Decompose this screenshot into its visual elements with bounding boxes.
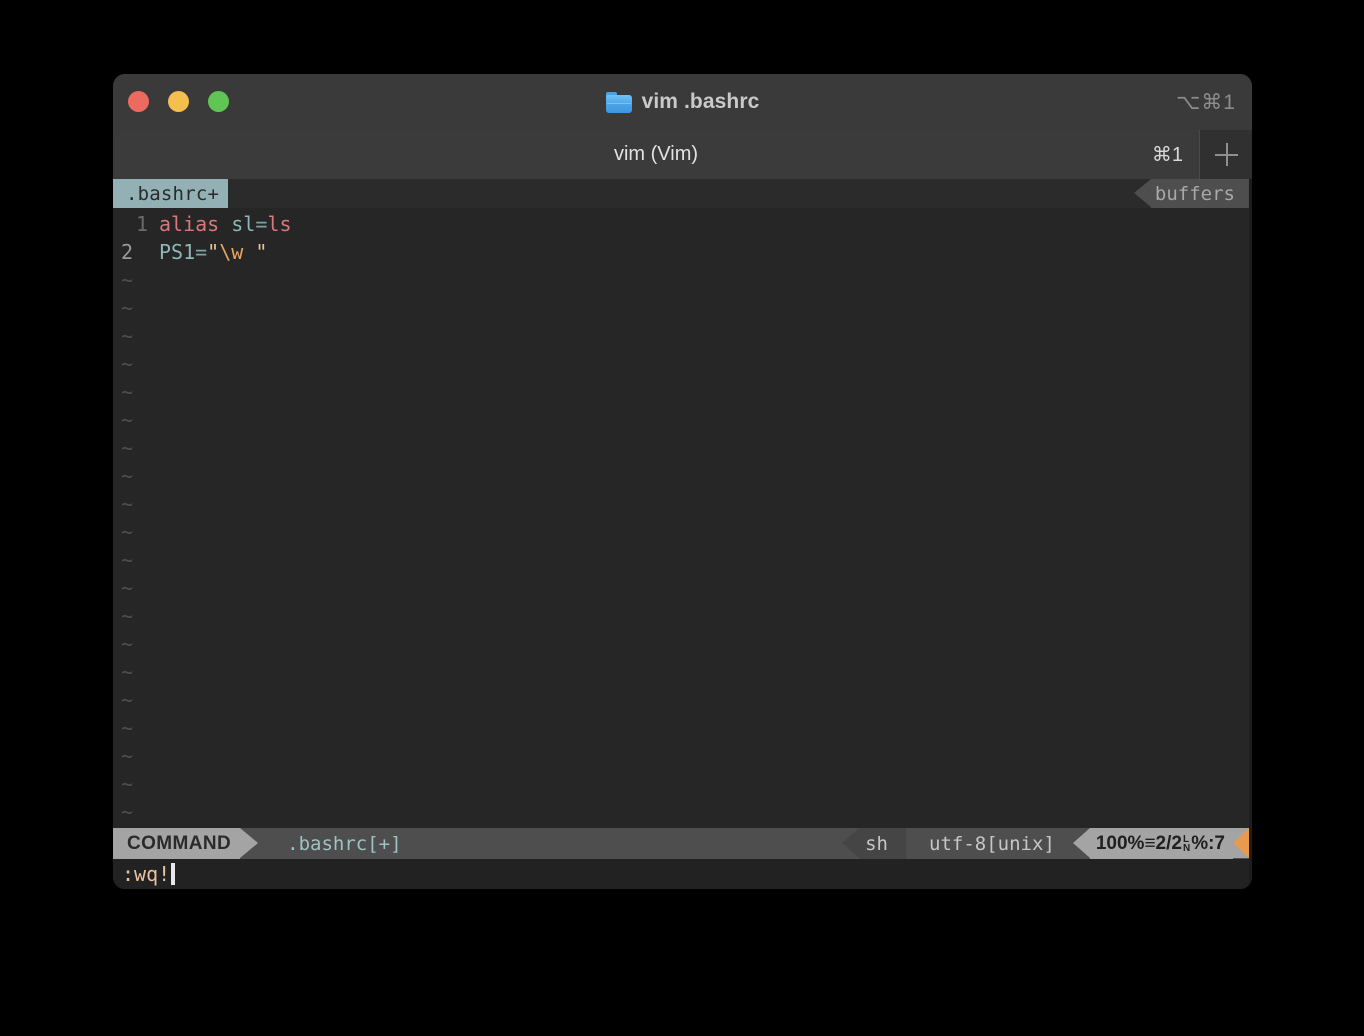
code-token: alias	[159, 210, 219, 238]
status-position-arrow-icon	[1073, 828, 1090, 858]
title-bar: vim .bashrc ⌥⌘1	[113, 74, 1252, 130]
empty-line: ~	[113, 798, 1249, 826]
empty-line: ~	[113, 462, 1249, 490]
tilde-marker-icon: ~	[113, 378, 159, 406]
tilde-marker-icon: ~	[113, 266, 159, 294]
tilde-marker-icon: ~	[113, 574, 159, 602]
status-encoding: utf-8[unix]	[923, 828, 1073, 859]
tilde-marker-icon: ~	[113, 686, 159, 714]
status-column: %:7	[1191, 833, 1225, 855]
code-token: ls	[267, 210, 291, 238]
terminal-content[interactable]: .bashrc+ buffers 1alias sl=ls2PS1="\w "~…	[113, 179, 1252, 889]
tilde-marker-icon: ~	[113, 518, 159, 546]
empty-line: ~	[113, 490, 1249, 518]
line-number: 2	[113, 238, 159, 266]
tilde-marker-icon: ~	[113, 434, 159, 462]
empty-line: ~	[113, 266, 1249, 294]
vim-bufferline: .bashrc+ buffers	[113, 179, 1249, 208]
tilde-marker-icon: ~	[113, 798, 159, 826]
status-encoding-arrow-icon	[906, 828, 923, 858]
code-line: 1alias sl=ls	[113, 210, 1249, 238]
status-filename: .bashrc[+]	[258, 828, 842, 859]
status-end-arrow-icon	[1233, 828, 1249, 858]
bufferline-title: buffers	[1151, 179, 1249, 208]
tab-vim[interactable]: vim (Vim) ⌘1	[113, 130, 1199, 179]
tilde-marker-icon: ~	[113, 490, 159, 518]
tilde-marker-icon: ~	[113, 350, 159, 378]
empty-line: ~	[113, 406, 1249, 434]
plus-icon	[1215, 143, 1238, 166]
window-title: vim .bashrc	[642, 90, 760, 114]
traffic-light-group	[128, 91, 229, 112]
tilde-marker-icon: ~	[113, 462, 159, 490]
tilde-marker-icon: ~	[113, 714, 159, 742]
tilde-marker-icon: ~	[113, 602, 159, 630]
status-filetype-arrow-icon	[842, 828, 859, 858]
empty-line: ~	[113, 770, 1249, 798]
status-filetype: sh	[859, 828, 906, 859]
tilde-marker-icon: ~	[113, 294, 159, 322]
text-cursor	[171, 863, 175, 885]
code-token: \w	[219, 238, 243, 266]
tilde-marker-icon: ~	[113, 322, 159, 350]
empty-line: ~	[113, 546, 1249, 574]
code-token	[219, 210, 231, 238]
empty-line: ~	[113, 574, 1249, 602]
tilde-marker-icon: ~	[113, 406, 159, 434]
empty-line: ~	[113, 378, 1249, 406]
terminal-window: vim .bashrc ⌥⌘1 vim (Vim) ⌘1 .bashrc+ bu…	[113, 74, 1252, 889]
code-token: =	[255, 210, 267, 238]
empty-line: ~	[113, 630, 1249, 658]
status-mode: COMMAND	[113, 828, 240, 859]
code-line: 2PS1="\w "	[113, 238, 1249, 266]
tilde-marker-icon: ~	[113, 630, 159, 658]
close-button[interactable]	[128, 91, 149, 112]
code-token: sl	[231, 210, 255, 238]
vim-code-area[interactable]: 1alias sl=ls2PS1="\w "~~~~~~~~~~~~~~~~~~…	[113, 208, 1249, 828]
window-shortcut-hint: ⌥⌘1	[1176, 90, 1236, 115]
vim-statusline: COMMAND .bashrc[+] sh utf-8[unix] 100% ≡…	[113, 828, 1249, 859]
window-title-group: vim .bashrc	[113, 90, 1252, 114]
status-line-ratio: 2/2	[1156, 833, 1182, 855]
maximize-button[interactable]	[208, 91, 229, 112]
status-mode-arrow-icon	[240, 828, 258, 858]
code-token: =	[195, 238, 207, 266]
tilde-marker-icon: ~	[113, 658, 159, 686]
empty-line: ~	[113, 434, 1249, 462]
tab-bar: vim (Vim) ⌘1	[113, 130, 1252, 179]
vim-command-line[interactable]: :wq!	[113, 859, 1249, 889]
empty-line: ~	[113, 714, 1249, 742]
status-percent: 100%	[1096, 833, 1145, 855]
empty-line: ~	[113, 322, 1249, 350]
tilde-marker-icon: ~	[113, 546, 159, 574]
new-tab-button[interactable]	[1199, 130, 1252, 179]
empty-line: ~	[113, 742, 1249, 770]
code-token: PS1	[159, 238, 195, 266]
status-position: 100% ≡ 2/2 L N %:7	[1090, 828, 1233, 859]
bufferline-right: buffers	[1134, 179, 1249, 208]
tilde-marker-icon: ~	[113, 770, 159, 798]
tilde-marker-icon: ~	[113, 742, 159, 770]
empty-line: ~	[113, 294, 1249, 322]
folder-icon	[606, 92, 632, 113]
tab-shortcut: ⌘1	[1152, 142, 1183, 167]
code-token: "	[207, 238, 219, 266]
bufferline-arrow-icon	[1134, 179, 1151, 207]
minimize-button[interactable]	[168, 91, 189, 112]
empty-line: ~	[113, 658, 1249, 686]
buffer-tab-bashrc[interactable]: .bashrc+	[113, 179, 228, 208]
empty-line: ~	[113, 518, 1249, 546]
status-line-glyph-icon: ≡	[1144, 833, 1155, 855]
empty-line: ~	[113, 350, 1249, 378]
tab-label: vim (Vim)	[614, 143, 698, 166]
status-ln-icon: L N	[1183, 835, 1190, 853]
empty-line: ~	[113, 686, 1249, 714]
code-token: "	[243, 238, 267, 266]
line-number: 1	[113, 210, 159, 238]
empty-line: ~	[113, 602, 1249, 630]
command-text: :wq!	[122, 862, 170, 886]
